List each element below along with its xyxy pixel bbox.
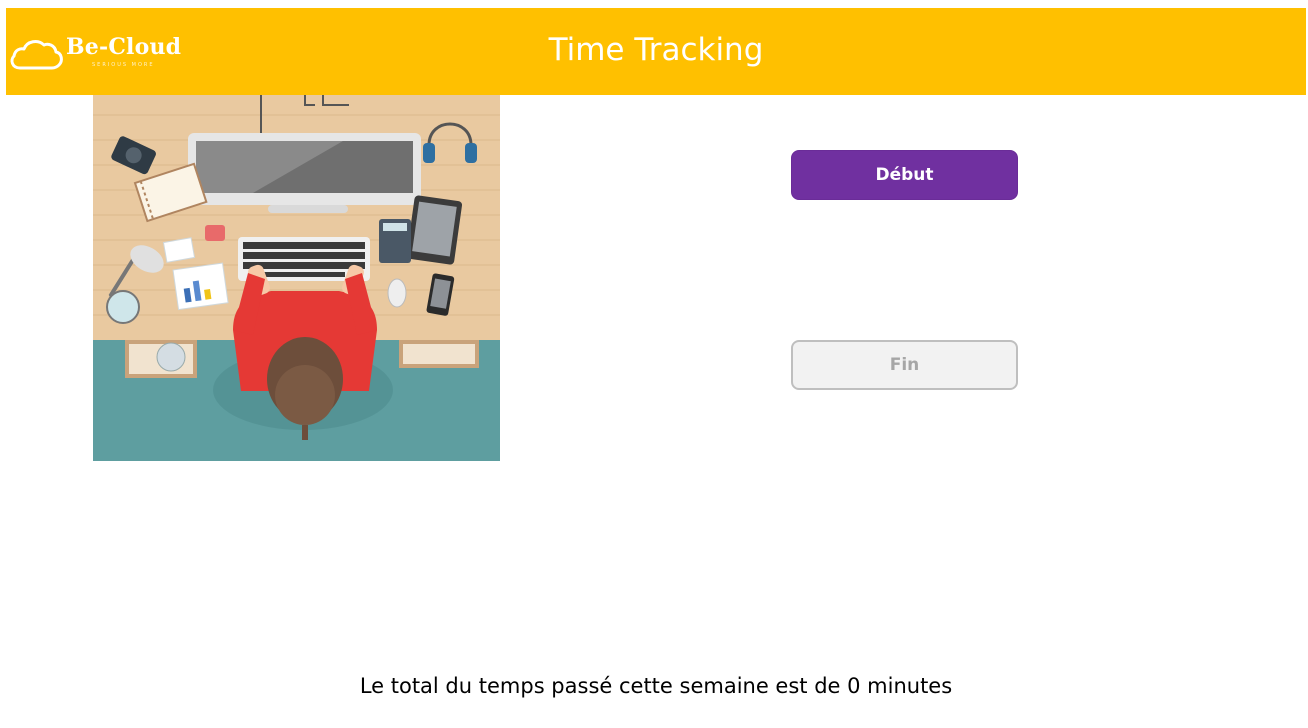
start-button[interactable]: Début — [791, 150, 1018, 200]
weekly-total-text: Le total du temps passé cette semaine es… — [359, 674, 953, 698]
workspace-desk-illustration — [93, 95, 500, 461]
app-screen: Be-Cloud SERIOUS MORE Time Tracking Débu… — [6, 8, 1306, 728]
page-title: Time Tracking — [548, 32, 764, 68]
end-button[interactable]: Fin — [791, 340, 1018, 390]
header-bar: Be-Cloud SERIOUS MORE Time Tracking — [6, 8, 1306, 95]
